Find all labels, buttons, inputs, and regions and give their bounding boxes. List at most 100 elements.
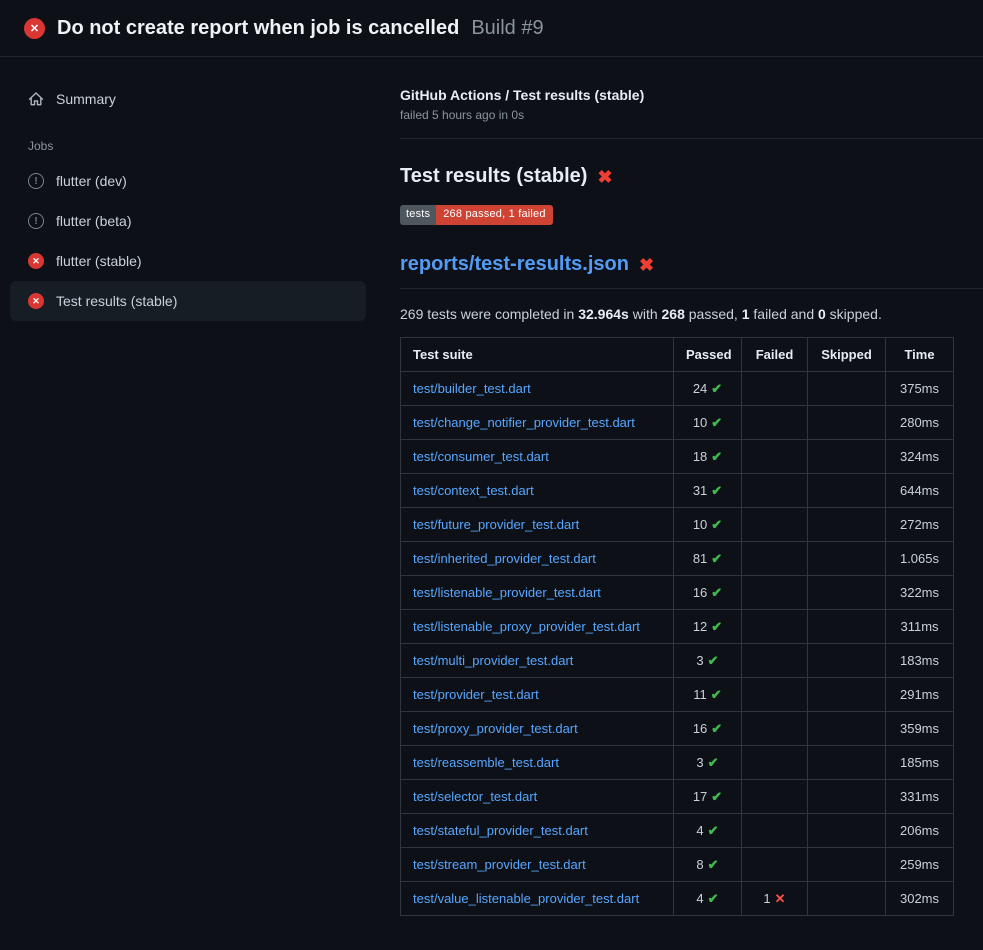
table-row: test/reassemble_test.dart 3✔ 185ms [401, 746, 954, 780]
badge-value: 268 passed, 1 failed [436, 205, 552, 225]
passed-cell: 10✔ [674, 406, 742, 440]
summary-passed-count: 268 [662, 306, 685, 322]
test-suite-link[interactable]: test/stream_provider_test.dart [413, 857, 586, 872]
test-suite-link[interactable]: test/stateful_provider_test.dart [413, 823, 588, 838]
x-icon: ✕ [775, 891, 786, 906]
test-suite-cell: test/listenable_provider_test.dart [401, 576, 674, 610]
skipped-cell [808, 508, 886, 542]
table-row: test/provider_test.dart 11✔ 291ms [401, 678, 954, 712]
check-icon: ✔ [708, 891, 719, 906]
time-cell: 206ms [886, 814, 954, 848]
check-icon: ✔ [708, 653, 719, 668]
time-cell: 272ms [886, 508, 954, 542]
column-header-passed: Passed [674, 338, 742, 372]
failed-cell [742, 848, 808, 882]
time-cell: 359ms [886, 712, 954, 746]
column-header-test-suite: Test suite [401, 338, 674, 372]
check-icon: ✔ [711, 789, 722, 804]
sidebar-item-flutter-dev[interactable]: ! flutter (dev) [10, 161, 366, 201]
sidebar-item-label: Summary [56, 91, 116, 107]
skipped-cell [808, 474, 886, 508]
skipped-cell [808, 848, 886, 882]
exclamation-circle-icon: ! [28, 213, 44, 229]
failed-cell [742, 610, 808, 644]
passed-cell: 24✔ [674, 372, 742, 406]
check-icon: ✔ [711, 449, 722, 464]
test-suite-link[interactable]: test/listenable_proxy_provider_test.dart [413, 619, 640, 634]
jobs-section-label: Jobs [0, 119, 376, 161]
test-suite-link[interactable]: test/context_test.dart [413, 483, 534, 498]
skipped-cell [808, 610, 886, 644]
failed-cell [742, 508, 808, 542]
passed-cell: 3✔ [674, 746, 742, 780]
test-suite-link[interactable]: test/selector_test.dart [413, 789, 537, 804]
passed-cell: 10✔ [674, 508, 742, 542]
passed-cell: 4✔ [674, 882, 742, 916]
main-content: GitHub Actions / Test results (stable) f… [376, 57, 983, 950]
section-title-text: Test results (stable) [400, 165, 587, 188]
test-suite-link[interactable]: test/value_listenable_provider_test.dart [413, 891, 639, 906]
sidebar-item-flutter-stable[interactable]: ✕ flutter (stable) [10, 241, 366, 281]
divider [400, 138, 983, 139]
sidebar-item-test-results-stable[interactable]: ✕ Test results (stable) [10, 281, 366, 321]
test-suite-link[interactable]: test/reassemble_test.dart [413, 755, 559, 770]
check-icon: ✔ [711, 585, 722, 600]
test-suite-cell: test/provider_test.dart [401, 678, 674, 712]
breadcrumb: GitHub Actions / Test results (stable) [400, 87, 983, 103]
time-cell: 331ms [886, 780, 954, 814]
report-heading: reports/test-results.json ✖ [400, 253, 983, 289]
check-icon: ✔ [711, 721, 722, 736]
passed-cell: 11✔ [674, 678, 742, 712]
test-suite-cell: test/future_provider_test.dart [401, 508, 674, 542]
passed-cell: 17✔ [674, 780, 742, 814]
table-row: test/selector_test.dart 17✔ 331ms [401, 780, 954, 814]
test-suite-cell: test/selector_test.dart [401, 780, 674, 814]
check-icon: ✔ [711, 619, 722, 634]
test-suite-link[interactable]: test/builder_test.dart [413, 381, 531, 396]
summary-skipped-count: 0 [818, 306, 826, 322]
test-suite-link[interactable]: test/provider_test.dart [413, 687, 539, 702]
check-icon: ✔ [711, 551, 722, 566]
test-suite-link[interactable]: test/multi_provider_test.dart [413, 653, 573, 668]
results-table: Test suite Passed Failed Skipped Time te… [400, 337, 954, 916]
sidebar-item-label: flutter (dev) [56, 173, 127, 189]
test-suite-link[interactable]: test/change_notifier_provider_test.dart [413, 415, 635, 430]
report-link[interactable]: reports/test-results.json [400, 253, 629, 276]
test-suite-link[interactable]: test/consumer_test.dart [413, 449, 549, 464]
test-suite-link[interactable]: test/listenable_provider_test.dart [413, 585, 601, 600]
passed-cell: 16✔ [674, 576, 742, 610]
failed-cell [742, 678, 808, 712]
build-header: ✕ Do not create report when job is cance… [0, 0, 983, 57]
sidebar-jobs: ! flutter (dev) ! flutter (beta) ✕ flutt… [0, 161, 376, 321]
summary-text: skipped. [826, 306, 882, 322]
skipped-cell [808, 644, 886, 678]
x-circle-icon: ✕ [28, 253, 44, 269]
time-cell: 280ms [886, 406, 954, 440]
sidebar-item-label: flutter (beta) [56, 213, 131, 229]
table-row: test/multi_provider_test.dart 3✔ 183ms [401, 644, 954, 678]
test-suite-link[interactable]: test/inherited_provider_test.dart [413, 551, 596, 566]
table-row: test/stateful_provider_test.dart 4✔ 206m… [401, 814, 954, 848]
sidebar-item-summary[interactable]: Summary [10, 79, 366, 119]
table-row: test/context_test.dart 31✔ 644ms [401, 474, 954, 508]
sidebar-item-label: Test results (stable) [56, 293, 177, 309]
test-suite-cell: test/change_notifier_provider_test.dart [401, 406, 674, 440]
exclamation-circle-icon: ! [28, 173, 44, 189]
summary-line: 269 tests were completed in 32.964s with… [400, 306, 983, 322]
test-suite-link[interactable]: test/future_provider_test.dart [413, 517, 579, 532]
skipped-cell [808, 440, 886, 474]
skipped-cell [808, 814, 886, 848]
time-cell: 322ms [886, 576, 954, 610]
badge-label: tests [400, 205, 436, 225]
passed-cell: 16✔ [674, 712, 742, 746]
passed-cell: 8✔ [674, 848, 742, 882]
time-cell: 291ms [886, 678, 954, 712]
tests-badge: tests 268 passed, 1 failed [400, 205, 553, 225]
failed-cell [742, 814, 808, 848]
test-suite-link[interactable]: test/proxy_provider_test.dart [413, 721, 578, 736]
table-row: test/future_provider_test.dart 10✔ 272ms [401, 508, 954, 542]
home-icon [28, 91, 44, 107]
table-row: test/listenable_provider_test.dart 16✔ 3… [401, 576, 954, 610]
sidebar-item-flutter-beta[interactable]: ! flutter (beta) [10, 201, 366, 241]
skipped-cell [808, 746, 886, 780]
